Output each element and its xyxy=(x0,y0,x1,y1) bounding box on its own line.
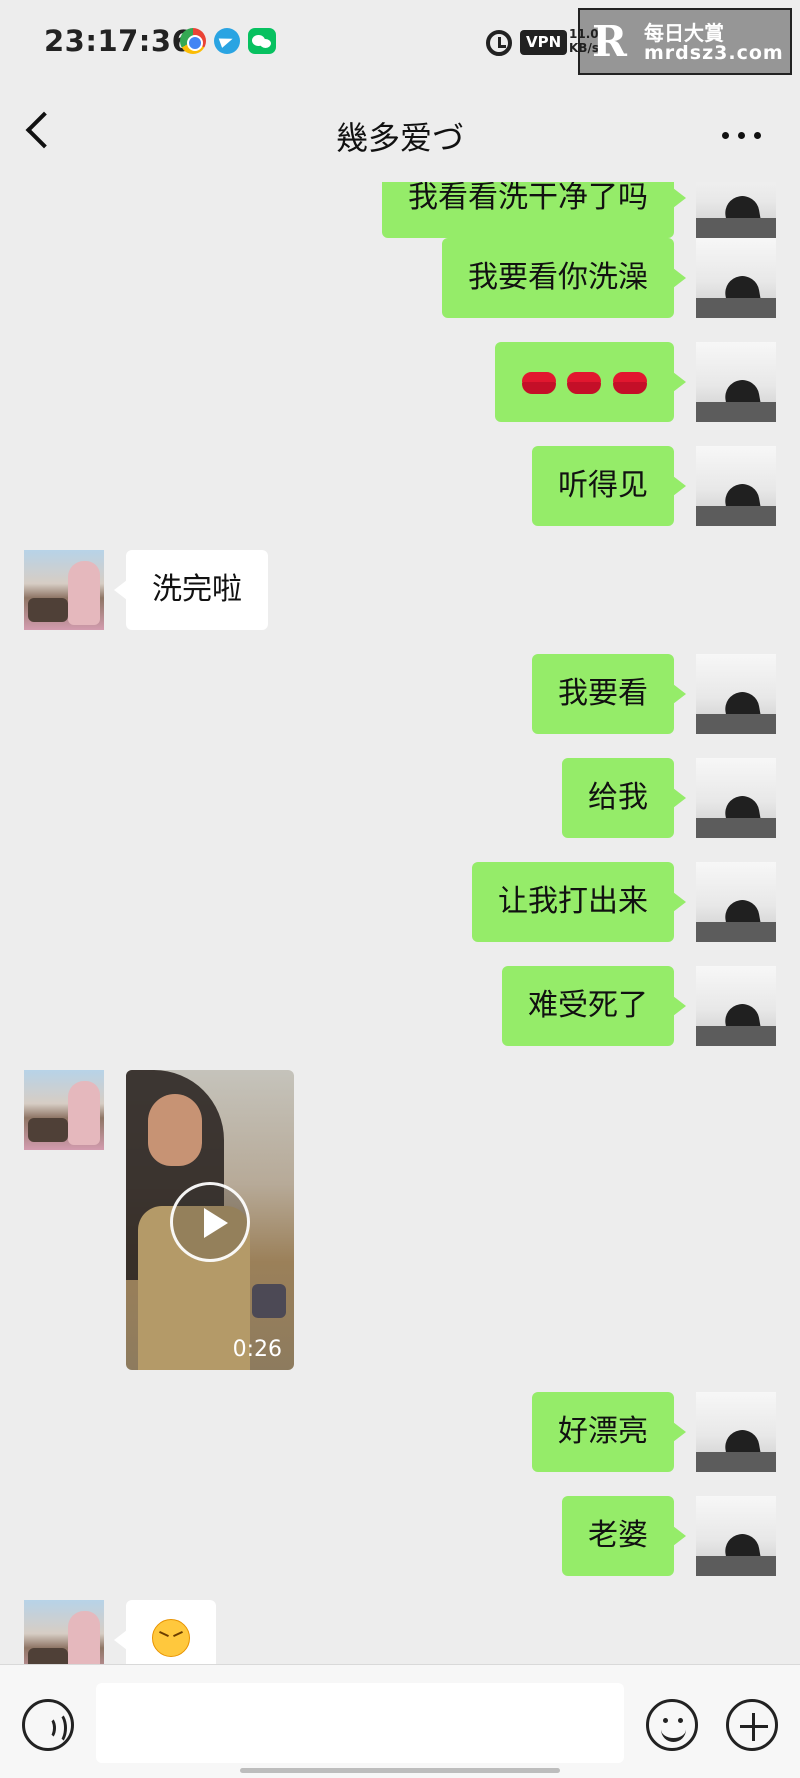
message-row: 洗完啦 xyxy=(0,550,800,630)
message-row: 我要看你洗澡 xyxy=(0,238,800,318)
plus-icon[interactable] xyxy=(726,1699,778,1751)
video-message[interactable]: 0:26 xyxy=(126,1070,294,1370)
message-row: 难受死了 xyxy=(0,966,800,1046)
avatar[interactable] xyxy=(24,550,104,630)
message-bubble[interactable] xyxy=(114,1600,216,1664)
message-bubble[interactable]: 让我打出来 xyxy=(472,862,686,942)
message-bubble[interactable]: 听得见 xyxy=(532,446,686,526)
chat-header: 幾多爱づ xyxy=(0,86,800,182)
chrome-icon xyxy=(180,28,206,54)
telegram-icon xyxy=(214,28,240,54)
message-bubble[interactable]: 难受死了 xyxy=(502,966,686,1046)
watermark: R 每日大賞 mrdsz3.com xyxy=(578,8,792,75)
voice-icon[interactable] xyxy=(22,1699,74,1751)
message-bubble[interactable]: 老婆 xyxy=(562,1496,686,1576)
home-indicator xyxy=(240,1768,560,1773)
message-bubble[interactable]: 我看看洗干净了吗 xyxy=(382,182,686,238)
message-bubble[interactable]: 我要看 xyxy=(532,654,686,734)
lips-icon xyxy=(567,372,602,394)
avatar[interactable] xyxy=(696,1392,776,1472)
avatar[interactable] xyxy=(24,1070,104,1150)
vpn-badge: VPN xyxy=(520,30,568,55)
message-row: 听得见 xyxy=(0,446,800,526)
avatar[interactable] xyxy=(24,1600,104,1664)
message-bubble[interactable]: 洗完啦 xyxy=(114,550,268,630)
video-duration: 0:26 xyxy=(232,1337,282,1362)
avatar[interactable] xyxy=(696,446,776,526)
more-icon[interactable] xyxy=(722,132,762,140)
avatar[interactable] xyxy=(696,758,776,838)
chat-title: 幾多爱づ xyxy=(335,119,464,157)
play-icon xyxy=(204,1208,228,1238)
watermark-url: mrdsz3.com xyxy=(644,42,784,64)
video-thumbnail-object xyxy=(252,1284,286,1318)
tired-face-icon xyxy=(152,1619,190,1657)
video-thumbnail-face xyxy=(148,1094,202,1166)
avatar[interactable] xyxy=(696,654,776,734)
avatar[interactable] xyxy=(696,238,776,318)
alarm-icon xyxy=(486,30,512,56)
message-row: 好漂亮 xyxy=(0,1392,800,1472)
status-time: 23:17:36 xyxy=(44,24,193,58)
message-bubble[interactable]: 我要看你洗澡 xyxy=(442,238,686,318)
wechat-icon xyxy=(248,28,276,54)
status-bar: 23:17:36 VPN 11.0 KB/s R 每日大賞 mrdsz3.com xyxy=(0,0,800,86)
message-bubble[interactable]: 给我 xyxy=(562,758,686,838)
message-input[interactable] xyxy=(96,1683,624,1763)
message-row: 老婆 xyxy=(0,1496,800,1576)
lips-icon xyxy=(521,372,556,394)
message-row: 我看看洗干净了吗 xyxy=(0,182,800,238)
message-bubble[interactable] xyxy=(494,342,687,422)
avatar[interactable] xyxy=(696,1496,776,1576)
message-row xyxy=(0,342,800,422)
message-row: 0:26 xyxy=(0,1070,800,1370)
message-row: 我要看 xyxy=(0,654,800,734)
emoji-icon[interactable] xyxy=(646,1699,698,1751)
avatar[interactable] xyxy=(696,966,776,1046)
message-row xyxy=(0,1600,800,1664)
message-list[interactable]: 我看看洗干净了吗 我要看你洗澡 听得见 洗完啦 我要看 给我 让我打出来 难受死… xyxy=(0,182,800,1664)
avatar[interactable] xyxy=(696,342,776,422)
watermark-logo: R xyxy=(592,17,627,66)
avatar[interactable] xyxy=(696,182,776,238)
play-button[interactable] xyxy=(170,1182,250,1262)
avatar[interactable] xyxy=(696,862,776,942)
input-bar xyxy=(0,1664,800,1778)
message-bubble[interactable]: 好漂亮 xyxy=(532,1392,686,1472)
message-row: 给我 xyxy=(0,758,800,838)
message-row: 让我打出来 xyxy=(0,862,800,942)
lips-icon xyxy=(613,372,647,394)
